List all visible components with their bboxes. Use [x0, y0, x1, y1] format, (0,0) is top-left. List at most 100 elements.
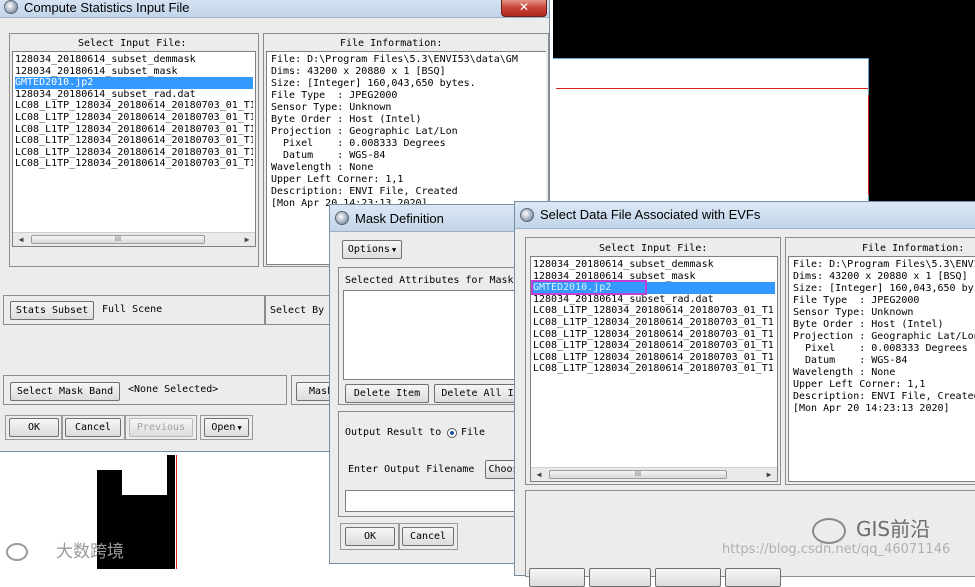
stats-subset-button[interactable]: Stats Subset — [10, 301, 94, 320]
scroll-right-icon[interactable]: ▶ — [240, 233, 254, 246]
file-info-line: Wavelength : None — [793, 367, 896, 378]
ok-button[interactable] — [529, 568, 585, 587]
options-menu-button[interactable]: Options ▼ — [342, 240, 402, 259]
input-file-list[interactable]: 128034_20180614_subset_demmask 128034_201… — [530, 256, 778, 482]
ok-button-wrap: OK — [340, 523, 400, 550]
input-file-list-scrollbar[interactable]: ◀ III ▶ — [13, 232, 255, 246]
previous-button-wrap: Previous — [125, 415, 197, 440]
list-item[interactable]: LC08_L1TP_128034_20180614_20180703_01_T1 — [533, 305, 775, 317]
file-info-line: Upper Left Corner: 1,1 — [271, 174, 404, 185]
watermark-text: 大数跨境 — [56, 542, 124, 562]
select-evf-titlebar[interactable]: Select Data File Associated with EVFs — [515, 202, 975, 229]
file-info-line: Dims: 43200 x 20880 x 1 [BSQ] — [271, 66, 446, 77]
selection-highlight-box — [531, 280, 647, 296]
dropdown-caret-icon: ▼ — [391, 246, 397, 254]
stats-subset-value: Full Scene — [102, 304, 163, 315]
selected-attributes-list[interactable] — [343, 290, 520, 380]
list-item[interactable]: LC08_L1TP_128034_20180614_20180703_01_T1 — [533, 340, 775, 352]
file-info-line: Sensor Type: Unknown — [271, 102, 392, 113]
list-item[interactable]: LC08_L1TP_128034_20180614_20180703_01_T1… — [15, 135, 253, 147]
ok-button[interactable]: OK — [345, 527, 395, 546]
list-item[interactable]: 128034_20180614_subset_demmask — [15, 54, 253, 66]
file-info-line: Description: ENVI File, Created — [271, 186, 458, 197]
file-info-line: Datum : WGS-84 — [271, 150, 386, 161]
cancel-button[interactable]: Cancel — [402, 527, 454, 546]
list-item[interactable]: 128034_20180614_subset_rad.dat — [533, 294, 775, 306]
open-button[interactable] — [725, 568, 781, 587]
delete-item-button[interactable]: Delete Item — [345, 384, 429, 403]
window-title: Compute Statistics Input File — [24, 0, 190, 15]
scroll-left-icon[interactable]: ◀ — [532, 468, 546, 481]
scroll-thumb[interactable]: III — [31, 235, 205, 244]
input-file-list-scrollbar[interactable]: ◀ III ▶ — [531, 467, 777, 481]
watermark-bottom-right: GIS前沿 — [812, 513, 930, 544]
list-item[interactable]: 128034_20180614_subset_demmask — [533, 259, 775, 271]
file-info-line: [Mon Apr 20 14:23:13 2020] — [793, 403, 950, 414]
list-item[interactable]: LC08_L1TP_128034_20180614_20180703_01_T1… — [15, 147, 253, 159]
list-item[interactable]: 128034_20180614_subset_rad.dat — [15, 89, 253, 101]
select-input-file-frame: Select Input File: 128034_20180614_subse… — [525, 237, 781, 485]
input-file-list[interactable]: 128034_20180614_subset_demmask 128034_201… — [12, 51, 256, 247]
mask-band-frame: Select Mask Band <None Selected> — [3, 375, 287, 405]
mask-definition-window: Mask Definition Options ▼ Selected Attrib… — [329, 204, 525, 564]
list-item[interactable]: LC08_L1TP_128034_20180614_20180703_01_T1… — [15, 112, 253, 124]
list-item[interactable]: LC08_L1TP_128034_20180614_20180703_01_T1 — [533, 317, 775, 329]
list-item[interactable]: LC08_L1TP_128034_20180614_20180703_01_T1 — [533, 329, 775, 341]
file-info-line: Byte Order : Host (Intel) — [793, 319, 944, 330]
list-item[interactable]: LC08_L1TP_128034_20180614_20180703_01_T1 — [533, 363, 775, 375]
idl-app-icon — [4, 0, 18, 14]
watermark-bottom-left: 大数跨境 — [6, 537, 124, 562]
background-image-frame — [553, 58, 869, 206]
options-label: Options — [347, 244, 390, 255]
close-icon: ✕ — [518, 0, 530, 14]
file-information-frame: File Information: File: D:\Program Files… — [785, 237, 975, 485]
select-mask-band-button[interactable]: Select Mask Band — [10, 382, 120, 401]
watermark-text: GIS前沿 — [856, 517, 931, 541]
background-red-line — [556, 88, 868, 89]
delete-all-button[interactable]: Delete All I — [434, 384, 520, 403]
file-info-line: Size: [Integer] 160,043,650 bytes. — [271, 78, 476, 89]
scroll-right-icon[interactable]: ▶ — [762, 468, 776, 481]
compute-statistics-titlebar[interactable]: Compute Statistics Input File — [0, 0, 549, 18]
file-radio[interactable] — [447, 428, 457, 438]
output-filename-input[interactable] — [345, 490, 521, 512]
file-info-line: File Type : JPEG2000 — [793, 295, 920, 306]
list-item[interactable]: LC08_L1TP_128034_20180614_20180703_01_T1… — [15, 100, 253, 112]
cancel-button[interactable] — [589, 568, 651, 587]
close-button[interactable]: ✕ — [501, 0, 547, 17]
file-info-line: Dims: 43200 x 20880 x 1 [BSQ] — [793, 271, 968, 282]
ok-button[interactable]: OK — [9, 418, 59, 437]
background-image-top-right — [553, 0, 975, 58]
wechat-logo-icon — [812, 517, 846, 544]
weibo-logo-icon — [6, 543, 28, 561]
idl-app-icon — [335, 211, 349, 225]
file-info-line: Sensor Type: Unknown — [793, 307, 914, 318]
list-item[interactable]: 128034_20180614_subset_mask — [15, 66, 253, 78]
list-item[interactable]: GMTED2010.jp2 — [15, 77, 253, 89]
list-item[interactable]: LC08_L1TP_128034_20180614_20180703_01_T1… — [15, 158, 253, 170]
mask-band-value: <None Selected> — [128, 384, 219, 395]
output-result-label: Output Result to — [345, 427, 442, 438]
window-title: Select Data File Associated with EVFs — [540, 207, 761, 222]
window-title: Mask Definition — [355, 211, 444, 226]
ok-button-wrap: OK — [5, 415, 63, 440]
list-item[interactable]: LC08_L1TP_128034_20180614_20180703_01_T1… — [15, 124, 253, 136]
scroll-left-icon[interactable]: ◀ — [14, 233, 28, 246]
open-button-label: Open — [211, 422, 236, 433]
file-information-label: File Information: — [340, 38, 443, 49]
list-item[interactable]: LC08_L1TP_128034_20180614_20180703_01_T1 — [533, 352, 775, 364]
mask-definition-titlebar[interactable]: Mask Definition — [330, 205, 517, 232]
file-info-line: Pixel : 0.008333 Degrees — [271, 138, 446, 149]
file-info-line: Datum : WGS-84 — [793, 355, 908, 366]
select-by-label: Select By — [270, 305, 325, 316]
selected-attributes-label: Selected Attributes for Mask — [345, 275, 514, 286]
open-button[interactable]: Open ▼ — [204, 418, 249, 437]
previous-button[interactable]: Previous — [129, 418, 193, 437]
file-info-line: File: D:\Program Files\5.3\ENVI53\data\G… — [271, 54, 518, 65]
cancel-button[interactable]: Cancel — [65, 418, 121, 437]
scroll-thumb[interactable]: III — [549, 470, 727, 479]
file-info-line: File: D:\Program Files\5.3\ENVI — [793, 259, 975, 270]
cancel-button-wrap: Cancel — [61, 415, 125, 440]
file-info-line: Size: [Integer] 160,043,650 by — [793, 283, 974, 294]
previous-button[interactable] — [655, 568, 721, 587]
